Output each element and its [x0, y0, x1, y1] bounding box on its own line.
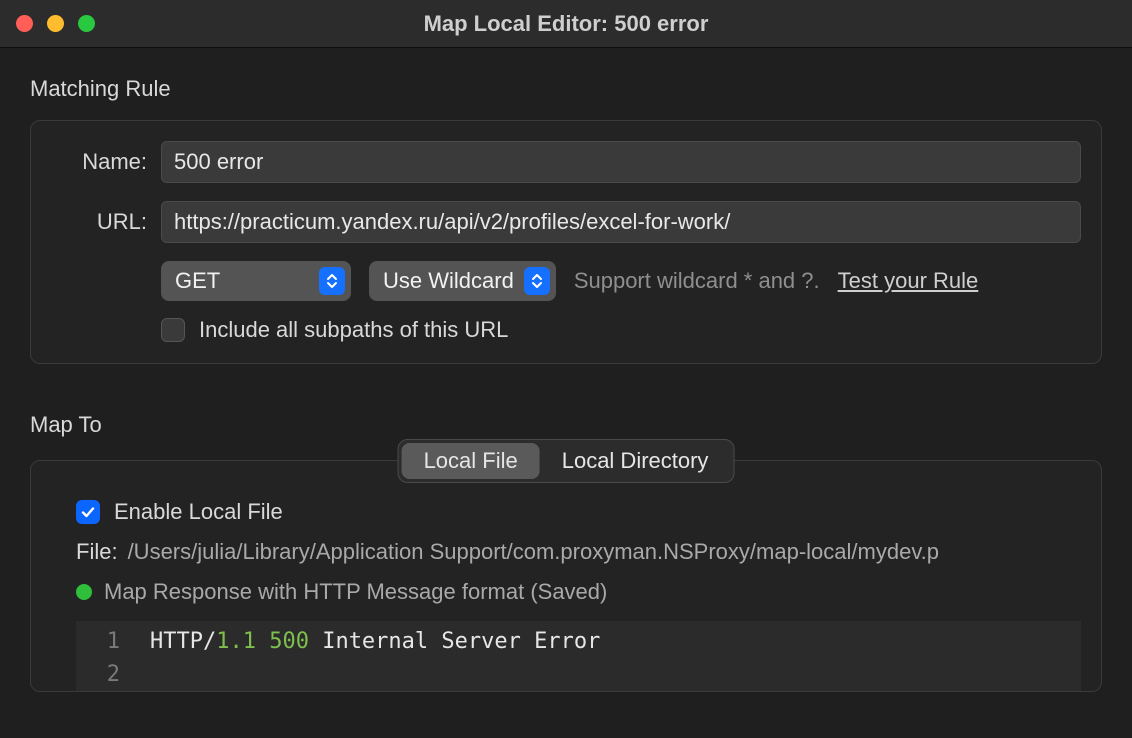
name-label: Name:	[51, 149, 161, 175]
window-title: Map Local Editor: 500 error	[0, 11, 1132, 37]
status-text: Map Response with HTTP Message format (S…	[104, 579, 607, 605]
matching-rule-heading: Matching Rule	[30, 76, 1102, 102]
map-target-tabs: Local File Local Directory	[398, 439, 735, 483]
close-window-button[interactable]	[16, 15, 33, 32]
editor-gutter: 12	[76, 621, 132, 691]
file-path[interactable]: /Users/julia/Library/Application Support…	[128, 539, 939, 565]
titlebar: Map Local Editor: 500 error	[0, 0, 1132, 48]
editor-code[interactable]: HTTP/1.1 500 Internal Server Error	[132, 621, 600, 691]
wildcard-mode-select[interactable]: Use Wildcard	[369, 261, 556, 301]
test-rule-link[interactable]: Test your Rule	[838, 268, 979, 294]
file-label: File:	[76, 539, 118, 565]
wildcard-mode-value: Use Wildcard	[383, 268, 514, 294]
status-dot-icon	[76, 584, 92, 600]
include-subpaths-label: Include all subpaths of this URL	[199, 317, 508, 343]
chevrons-icon	[319, 267, 345, 295]
chevrons-icon	[524, 267, 550, 295]
url-input[interactable]	[161, 201, 1081, 243]
name-input[interactable]	[161, 141, 1081, 183]
enable-local-file-label: Enable Local File	[114, 499, 283, 525]
window-controls	[16, 15, 95, 32]
http-method-value: GET	[175, 268, 220, 294]
enable-local-file-checkbox[interactable]	[76, 500, 100, 524]
url-label: URL:	[51, 209, 161, 235]
zoom-window-button[interactable]	[78, 15, 95, 32]
response-editor[interactable]: 12 HTTP/1.1 500 Internal Server Error	[76, 621, 1081, 691]
matching-rule-group: Name: URL: GET Use Wildcard Support wil	[30, 120, 1102, 364]
map-to-heading: Map To	[30, 412, 1102, 438]
tab-local-directory[interactable]: Local Directory	[540, 443, 731, 479]
minimize-window-button[interactable]	[47, 15, 64, 32]
map-to-group: Local File Local Directory Enable Local …	[30, 460, 1102, 692]
wildcard-hint: Support wildcard * and ?.	[574, 268, 820, 294]
http-method-select[interactable]: GET	[161, 261, 351, 301]
tab-local-file[interactable]: Local File	[402, 443, 540, 479]
include-subpaths-checkbox[interactable]	[161, 318, 185, 342]
